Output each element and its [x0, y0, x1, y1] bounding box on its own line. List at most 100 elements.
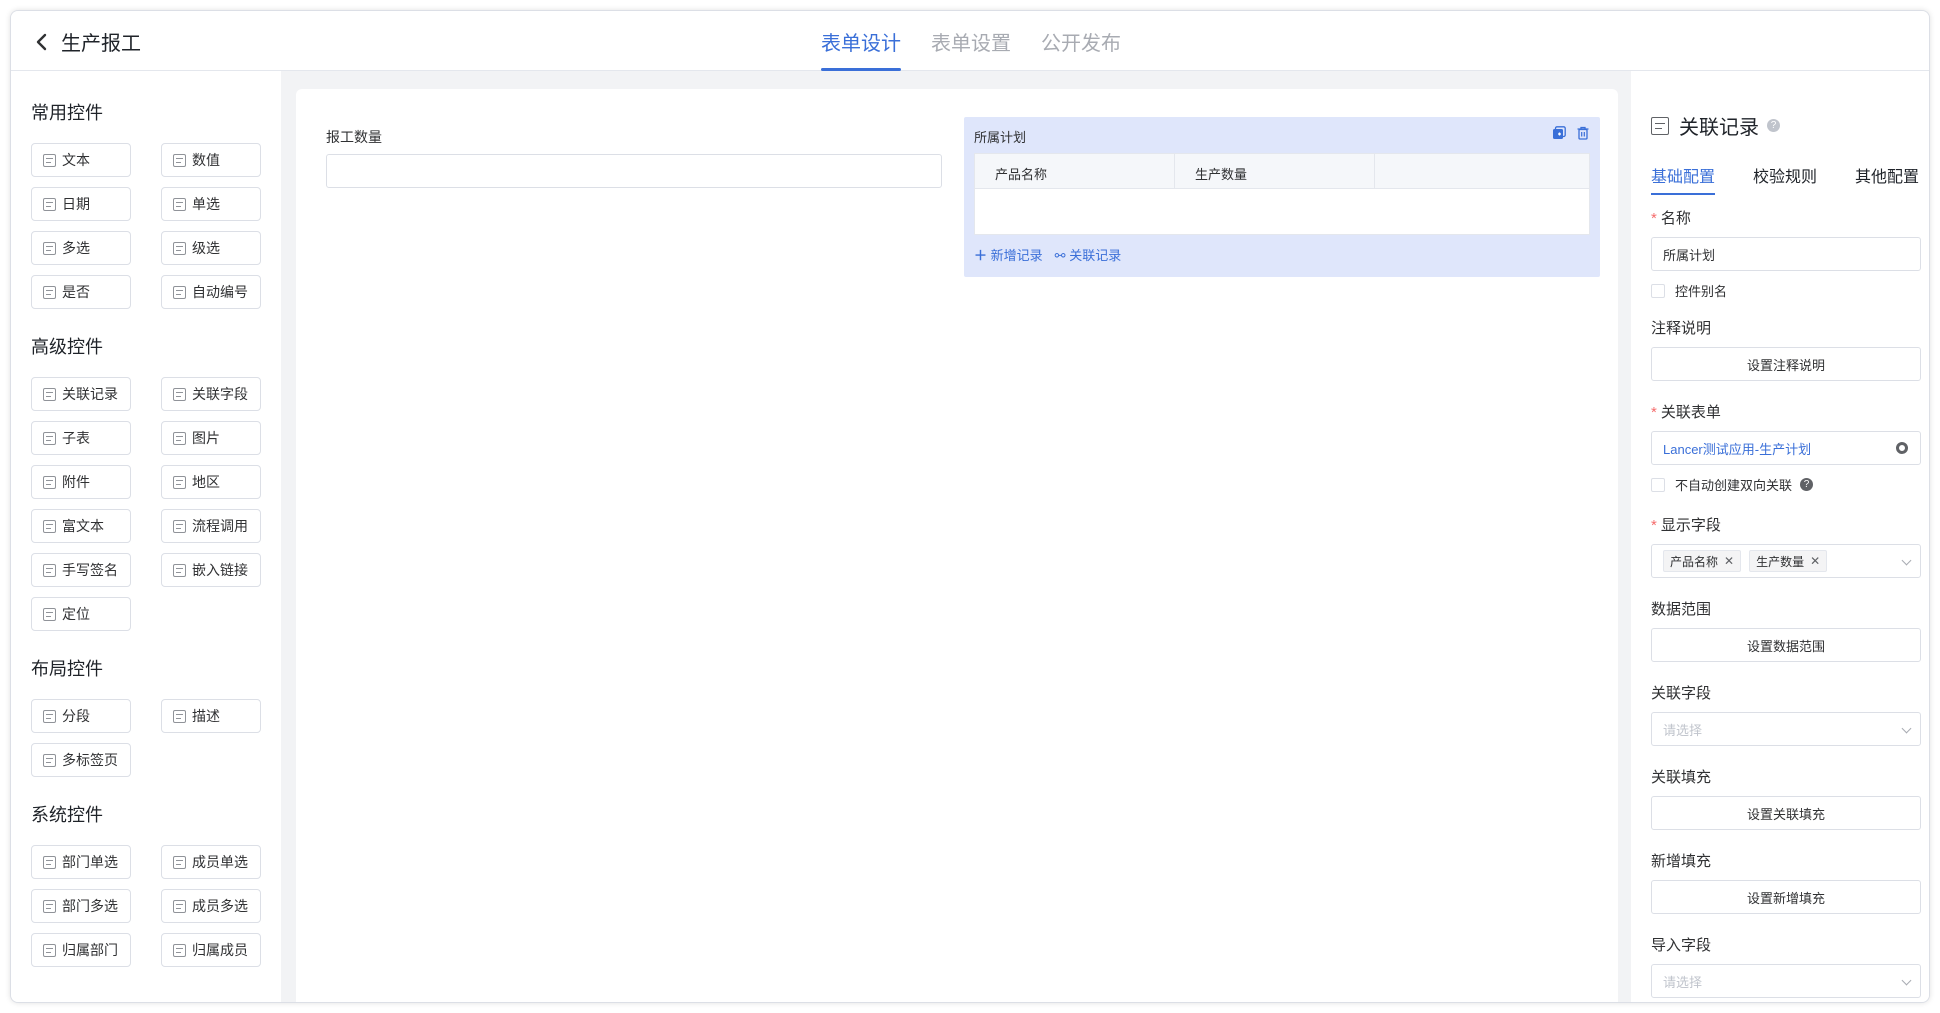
control-image[interactable]: 图片 [161, 421, 261, 455]
control-multi-tab[interactable]: 多标签页 [31, 743, 131, 777]
control-label: 附件 [62, 474, 90, 490]
control-dept-single[interactable]: 部门单选 [31, 845, 131, 879]
import-field-label: 导入字段 [1651, 937, 1712, 954]
tab-public-publish[interactable]: 公开发布 [1041, 11, 1121, 71]
trash-icon[interactable] [1576, 126, 1590, 140]
link-record-field-selected[interactable]: 所属计划 产品名称 生产数量 ＋ 新增记录 ⚯ 关联记录 [964, 117, 1600, 277]
close-icon[interactable]: ✕ [1724, 554, 1734, 568]
chain-link-icon: ⚯ [1054, 248, 1066, 263]
tabs-icon [43, 753, 56, 767]
name-input[interactable]: 所属计划 [1651, 237, 1921, 271]
add-record-link[interactable]: ＋ 新增记录 [974, 245, 1043, 264]
control-grid-layout: 分段 描述 多标签页 [31, 699, 281, 777]
tag-label: 产品名称 [1670, 554, 1719, 569]
help-icon[interactable]: ? [1767, 119, 1780, 132]
control-embed-link[interactable]: 嵌入链接 [161, 553, 261, 587]
control-label: 图片 [192, 430, 220, 446]
add-record-label: 新增记录 [990, 248, 1043, 263]
link-record-icon [43, 387, 56, 401]
control-link-record[interactable]: 关联记录 [31, 377, 131, 411]
control-signature[interactable]: 手写签名 [31, 553, 131, 587]
control-single-select[interactable]: 单选 [161, 187, 261, 221]
top-tabs: 表单设计 表单设置 公开发布 [821, 11, 1151, 71]
page-title: 生产报工 [61, 33, 141, 55]
control-date[interactable]: 日期 [31, 187, 131, 221]
link-record-label: 关联记录 [1069, 248, 1122, 263]
import-field-select[interactable]: 请选择 [1651, 964, 1921, 998]
control-dept-multi[interactable]: 部门多选 [31, 889, 131, 923]
control-process-call[interactable]: 流程调用 [161, 509, 261, 543]
field-actions [1552, 126, 1590, 140]
import-field-section: 导入字段 请选择 [1651, 934, 1921, 998]
control-region[interactable]: 地区 [161, 465, 261, 499]
control-rich-text[interactable]: 富文本 [31, 509, 131, 543]
control-label: 关联字段 [192, 386, 248, 402]
auto-number-icon [173, 285, 186, 299]
controls-panel: 常用控件 文本 数值 日期 单选 多选 级选 是否 自动编号 高级控件 关联记录… [11, 71, 281, 1002]
help-icon[interactable]: ? [1800, 478, 1814, 491]
control-location[interactable]: 定位 [31, 597, 131, 631]
name-section: * 名称 所属计划 控件别名 [1651, 207, 1921, 300]
control-owner-member[interactable]: 归属成员 [161, 933, 261, 967]
set-new-fill-button[interactable]: 设置新增填充 [1651, 880, 1921, 914]
link-record-link[interactable]: ⚯ 关联记录 [1055, 245, 1122, 264]
header-bar: 生产报工 表单设计 表单设置 公开发布 [11, 11, 1929, 71]
control-attachment[interactable]: 附件 [31, 465, 131, 499]
alias-label: 控件别名 [1675, 284, 1728, 299]
gear-icon[interactable] [1896, 442, 1908, 454]
display-fields-select[interactable]: 产品名称 ✕ 生产数量 ✕ [1651, 544, 1921, 578]
member-icon [173, 943, 186, 957]
note-section: 注释说明 设置注释说明 [1651, 317, 1921, 381]
control-label: 数值 [192, 152, 220, 168]
process-icon [173, 519, 186, 533]
tab-form-design[interactable]: 表单设计 [821, 11, 901, 71]
tag-label: 生产数量 [1756, 554, 1805, 569]
control-section[interactable]: 分段 [31, 699, 131, 733]
control-multi-select[interactable]: 多选 [31, 231, 131, 265]
control-description[interactable]: 描述 [161, 699, 261, 733]
app-window: 生产报工 表单设计 表单设置 公开发布 常用控件 文本 数值 日期 单选 多选 … [10, 10, 1930, 1003]
control-yes-no[interactable]: 是否 [31, 275, 131, 309]
checkbox-icon [43, 241, 56, 255]
select-placeholder: 请选择 [1663, 722, 1703, 738]
bidirect-checkbox[interactable] [1651, 477, 1665, 492]
tab-other-config[interactable]: 其他配置 [1855, 163, 1919, 195]
required-mark: * [1651, 517, 1657, 534]
tab-validation-rules[interactable]: 校验规则 [1753, 163, 1817, 195]
set-link-fill-button[interactable]: 设置关联填充 [1651, 796, 1921, 830]
section-icon [43, 709, 56, 723]
control-link-field[interactable]: 关联字段 [161, 377, 261, 411]
control-grid-system: 部门单选 成员单选 部门多选 成员多选 归属部门 归属成员 [31, 845, 281, 967]
control-label: 部门多选 [62, 898, 118, 914]
back-button[interactable]: 生产报工 [31, 27, 141, 56]
panel-title: 关联记录 ? [1651, 111, 1780, 140]
control-member-multi[interactable]: 成员多选 [161, 889, 261, 923]
tab-basic-config[interactable]: 基础配置 [1651, 163, 1716, 195]
control-subtable[interactable]: 子表 [31, 421, 131, 455]
set-data-range-button[interactable]: 设置数据范围 [1651, 628, 1921, 662]
attachment-icon [43, 475, 56, 489]
alias-checkbox[interactable] [1651, 283, 1665, 298]
close-icon[interactable]: ✕ [1810, 554, 1820, 568]
copy-icon[interactable] [1552, 126, 1566, 140]
link-field-select[interactable]: 请选择 [1651, 712, 1921, 746]
control-label: 子表 [62, 430, 90, 446]
control-auto-number[interactable]: 自动编号 [161, 275, 261, 309]
control-label: 单选 [192, 196, 220, 212]
linked-form-label: * 关联表单 [1651, 401, 1921, 422]
set-note-button[interactable]: 设置注释说明 [1651, 347, 1921, 381]
control-owner-dept[interactable]: 归属部门 [31, 933, 131, 967]
control-cascade[interactable]: 级选 [161, 231, 261, 265]
control-member-single[interactable]: 成员单选 [161, 845, 261, 879]
tab-form-settings[interactable]: 表单设置 [931, 11, 1011, 71]
rich-text-icon [43, 519, 56, 533]
control-label: 级选 [192, 240, 220, 256]
control-label: 流程调用 [192, 518, 248, 534]
control-number[interactable]: 数值 [161, 143, 261, 177]
control-text[interactable]: 文本 [31, 143, 131, 177]
report-qty-input[interactable] [326, 154, 942, 188]
required-mark: * [1651, 210, 1657, 227]
linked-form-select[interactable]: Lancer测试应用-生产计划 [1651, 431, 1921, 465]
radio-icon [173, 197, 186, 211]
region-icon [173, 475, 186, 489]
